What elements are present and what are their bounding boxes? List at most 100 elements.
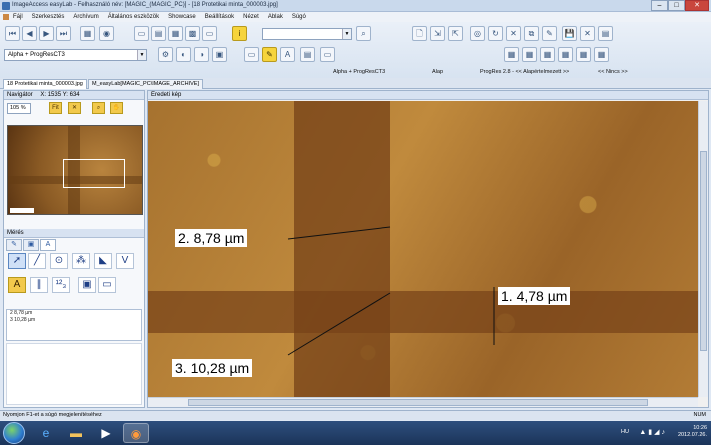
angle-tool-icon[interactable]: ◣ bbox=[94, 253, 112, 269]
maximize-button[interactable]: □ bbox=[668, 0, 685, 11]
measure-label-2[interactable]: 2. 8,78 µm bbox=[175, 229, 248, 247]
language-indicator[interactable]: HU bbox=[621, 429, 629, 435]
profile-combo[interactable]: Alpha + ProgResCT3 ▼ bbox=[4, 49, 147, 61]
select-arrow-icon[interactable]: ➚ bbox=[8, 253, 26, 269]
list-item[interactable]: 3 10,28 µm bbox=[7, 317, 141, 324]
pencil-icon[interactable]: ✎ bbox=[262, 47, 277, 62]
parallel-tool-icon[interactable]: ∥ bbox=[30, 277, 48, 293]
vee-tool-icon[interactable]: V bbox=[116, 253, 134, 269]
export-grid-icon[interactable]: ▦ bbox=[504, 47, 519, 62]
tab-current-image[interactable]: 18 Protetikai minta_000003.jpg bbox=[3, 79, 87, 89]
chevron-down-icon[interactable]: ▼ bbox=[137, 50, 146, 60]
edit-icon[interactable]: ✎ bbox=[542, 26, 557, 41]
fit-button[interactable]: Fit bbox=[49, 102, 62, 114]
text-tool-icon[interactable]: A bbox=[8, 277, 26, 293]
clock[interactable]: 10:26 2012.07.26. bbox=[678, 425, 707, 439]
scroll-thumb[interactable] bbox=[188, 399, 648, 406]
menu-file[interactable]: Fájl bbox=[13, 14, 23, 20]
layout-single-icon[interactable]: ▭ bbox=[134, 26, 149, 41]
gear-icon[interactable]: ⚙ bbox=[158, 47, 173, 62]
copy-icon[interactable]: ⧉ bbox=[524, 26, 539, 41]
text-icon[interactable]: A bbox=[280, 47, 295, 62]
layout-quad-icon[interactable]: ▦ bbox=[168, 26, 183, 41]
pan-icon[interactable]: ✋ bbox=[110, 102, 123, 114]
export-grid4-icon[interactable]: ▦ bbox=[558, 47, 573, 62]
layout-grid-icon[interactable]: ▩ bbox=[185, 26, 200, 41]
zoom-icon[interactable]: ⌕ bbox=[92, 102, 105, 114]
refresh-icon[interactable]: ↻ bbox=[488, 26, 503, 41]
none-status[interactable]: << Nincs >> bbox=[598, 67, 628, 77]
delete-icon[interactable]: ✕ bbox=[506, 26, 521, 41]
save-icon[interactable]: 💾 bbox=[562, 26, 577, 41]
tray-icons[interactable]: ▲▮◢♪ bbox=[639, 428, 667, 436]
browser-icon[interactable]: e bbox=[33, 423, 59, 443]
measure-label-1[interactable]: 1. 4,78 µm bbox=[498, 287, 571, 305]
fullscreen-icon[interactable]: ✕ bbox=[68, 102, 81, 114]
taskbar: e ▬ ▶ ◉ HU ▲▮◢♪ 10:26 2012.07.26. bbox=[0, 421, 711, 445]
export-icon[interactable]: ⇱ bbox=[448, 26, 463, 41]
vertical-scrollbar[interactable] bbox=[698, 101, 708, 397]
menu-view[interactable]: Nézet bbox=[243, 14, 259, 20]
microscope-image[interactable]: 2. 8,78 µm 1. 4,78 µm 3. 10,28 µm bbox=[148, 101, 698, 397]
close-button[interactable]: ✕ bbox=[685, 0, 709, 11]
navigator-viewbox[interactable] bbox=[63, 159, 125, 188]
lock-icon[interactable]: ▣ bbox=[212, 47, 227, 62]
grid-view-icon[interactable]: ▦ bbox=[80, 26, 95, 41]
media-player-icon[interactable]: ▶ bbox=[93, 423, 119, 443]
circle-tool-icon[interactable]: ⊙ bbox=[50, 253, 68, 269]
menu-app-icon[interactable] bbox=[3, 14, 9, 20]
imageaccess-icon[interactable]: ◉ bbox=[123, 423, 149, 443]
zoom-combo[interactable]: 105 % bbox=[7, 103, 31, 114]
scroll-thumb[interactable] bbox=[700, 151, 707, 351]
camera-icon[interactable]: ◐ bbox=[176, 47, 191, 62]
layout-wide-icon[interactable]: ▭ bbox=[202, 26, 217, 41]
properties-icon[interactable]: ▤ bbox=[598, 26, 613, 41]
folder-icon[interactable]: ▭ bbox=[244, 47, 259, 62]
folder-icon[interactable]: ▬ bbox=[63, 423, 89, 443]
first-image-icon[interactable]: ⏮ bbox=[5, 26, 20, 41]
tab-draw[interactable]: ✎ bbox=[6, 239, 22, 251]
search-icon[interactable]: ⌕ bbox=[356, 26, 371, 41]
open-icon[interactable]: ▭ bbox=[98, 277, 116, 293]
tab-archive[interactable]: M_easyLab[MAGIC_PC\IMAGE_ARCHIVE] bbox=[88, 79, 203, 89]
prev-image-icon[interactable]: ◀ bbox=[22, 26, 37, 41]
export-grid3-icon[interactable]: ▦ bbox=[540, 47, 555, 62]
export-grid6-icon[interactable]: ▦ bbox=[594, 47, 609, 62]
monitor-icon[interactable]: ▭ bbox=[320, 47, 335, 62]
new-document-icon[interactable]: 🗋 bbox=[412, 26, 427, 41]
line-tool-icon[interactable]: ╱ bbox=[28, 253, 46, 269]
camera-status[interactable]: ProgRes 2.8 - << Alapértelmezett >> bbox=[480, 67, 569, 77]
menu-archive[interactable]: Archívum bbox=[73, 14, 98, 20]
point-tool-icon[interactable]: ⁂ bbox=[72, 253, 90, 269]
start-button[interactable] bbox=[3, 422, 25, 444]
info-icon[interactable]: i bbox=[232, 26, 247, 41]
next-image-icon[interactable]: ▶ bbox=[39, 26, 54, 41]
export-grid5-icon[interactable]: ▦ bbox=[576, 47, 591, 62]
minimize-button[interactable]: – bbox=[651, 0, 668, 11]
last-image-icon[interactable]: ⏭ bbox=[56, 26, 71, 41]
layers-icon[interactable]: ▤ bbox=[300, 47, 315, 62]
navigator-thumbnail[interactable] bbox=[7, 125, 143, 215]
menu-showcase[interactable]: Showcase bbox=[168, 14, 196, 20]
disc-icon[interactable]: ◎ bbox=[470, 26, 485, 41]
menu-edit[interactable]: Szerkesztés bbox=[32, 14, 65, 20]
eye-icon[interactable]: ◉ bbox=[99, 26, 114, 41]
layout-split-icon[interactable]: ▤ bbox=[151, 26, 166, 41]
tab-image[interactable]: ▣ bbox=[23, 239, 39, 251]
close-doc-icon[interactable]: ✕ bbox=[580, 26, 595, 41]
menu-window[interactable]: Ablak bbox=[268, 14, 283, 20]
export-grid2-icon[interactable]: ▦ bbox=[522, 47, 537, 62]
menu-general-tools[interactable]: Általános eszközök bbox=[108, 14, 159, 20]
tab-text[interactable]: A bbox=[40, 239, 56, 251]
chevron-down-icon[interactable]: ▼ bbox=[342, 29, 351, 39]
menu-settings[interactable]: Beállítások bbox=[205, 14, 234, 20]
import-icon[interactable]: ⇲ bbox=[430, 26, 445, 41]
numbering-tool-icon[interactable]: ¹²₃ bbox=[52, 277, 70, 293]
capture-icon[interactable]: ◑ bbox=[194, 47, 209, 62]
measure-label-3[interactable]: 3. 10,28 µm bbox=[172, 359, 253, 377]
save-icon[interactable]: ▣ bbox=[78, 277, 96, 293]
search-combo[interactable]: ▼ bbox=[262, 28, 352, 40]
list-item[interactable]: 2 8,78 µm bbox=[7, 310, 141, 317]
horizontal-scrollbar[interactable] bbox=[148, 397, 698, 407]
menu-help[interactable]: Súgó bbox=[292, 14, 306, 20]
